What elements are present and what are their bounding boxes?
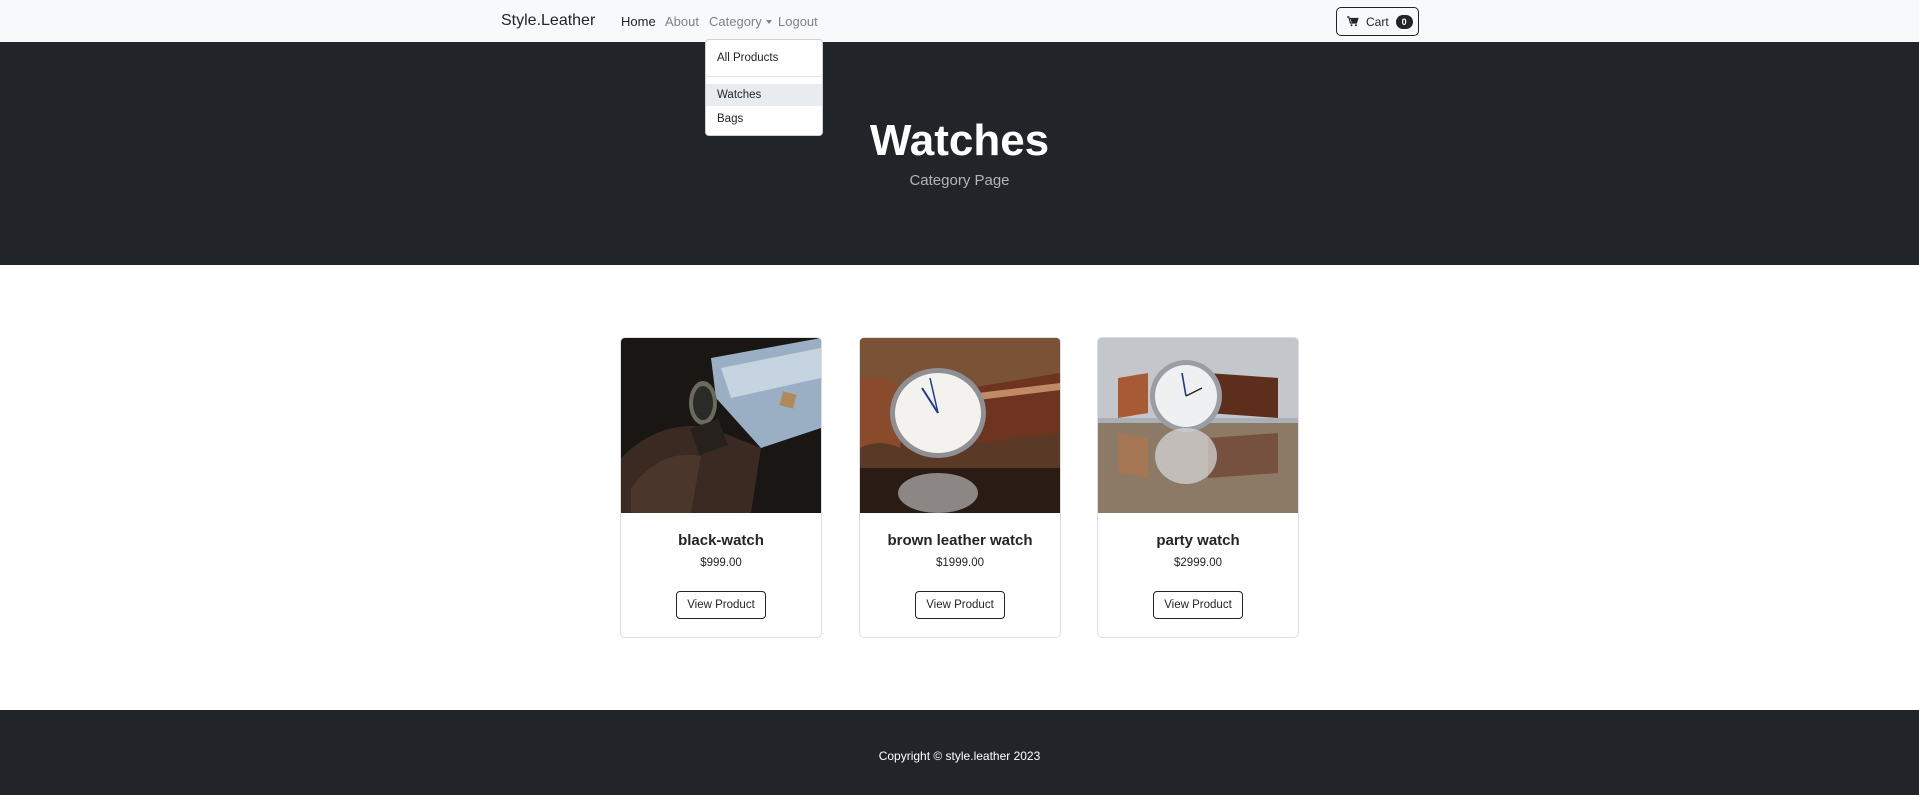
footer-copyright: Copyright © style.leather 2023 bbox=[878, 749, 1041, 763]
product-image-party-watch bbox=[1098, 338, 1298, 513]
product-price: $1999.00 bbox=[936, 557, 984, 569]
cart-count-badge: 0 bbox=[1395, 14, 1413, 29]
product-card: party watch $2999.00 View Product bbox=[1097, 337, 1299, 638]
product-name: party watch bbox=[1156, 532, 1240, 549]
cart-icon bbox=[1347, 16, 1359, 27]
product-name: black-watch bbox=[678, 532, 764, 549]
nav-about-link[interactable]: About bbox=[665, 14, 699, 29]
product-card: brown leather watch $1999.00 View Produc… bbox=[859, 337, 1061, 638]
top-navbar: Style.Leather Home About Category Logout… bbox=[0, 0, 1919, 42]
product-image-black-watch bbox=[621, 338, 821, 513]
dropdown-item-bags[interactable]: Bags bbox=[706, 108, 822, 130]
nav-category-dropdown-toggle[interactable]: Category bbox=[709, 14, 772, 29]
page-subtitle: Category Page bbox=[909, 172, 1010, 189]
dropdown-divider bbox=[706, 76, 822, 77]
hero-header: Watches Category Page bbox=[0, 42, 1919, 265]
dropdown-item-all-products[interactable]: All Products bbox=[706, 47, 822, 69]
page-footer: Copyright © style.leather 2023 bbox=[0, 710, 1919, 795]
cart-button[interactable]: Cart 0 bbox=[1336, 7, 1419, 36]
caret-down-icon bbox=[765, 20, 772, 24]
category-dropdown-menu: All Products Watches Bags bbox=[705, 39, 823, 136]
view-product-button[interactable]: View Product bbox=[676, 591, 766, 619]
nav-category-label: Category bbox=[709, 14, 762, 29]
product-image-brown-leather-watch bbox=[860, 338, 1060, 513]
nav-home-link[interactable]: Home bbox=[621, 14, 656, 29]
view-product-button[interactable]: View Product bbox=[1153, 591, 1243, 619]
nav-logout-link[interactable]: Logout bbox=[778, 14, 818, 29]
cart-label: Cart bbox=[1366, 14, 1389, 29]
product-price: $999.00 bbox=[700, 557, 742, 569]
product-name: brown leather watch bbox=[887, 532, 1033, 549]
product-price: $2999.00 bbox=[1174, 557, 1222, 569]
view-product-button[interactable]: View Product bbox=[915, 591, 1005, 619]
dropdown-item-watches[interactable]: Watches bbox=[706, 84, 822, 106]
page-title: Watches bbox=[869, 116, 1050, 165]
product-card: black-watch $999.00 View Product bbox=[620, 337, 822, 638]
brand-logo[interactable]: Style.Leather bbox=[501, 12, 595, 30]
